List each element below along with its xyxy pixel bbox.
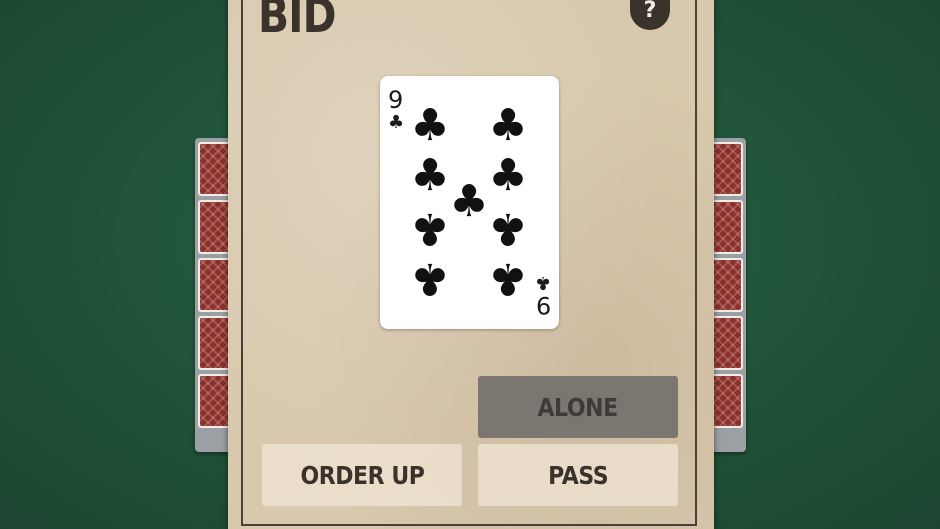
turned-up-card[interactable]: 9 ♣ 9 ♣ ♣ ♣ ♣ ♣ ♣ ♣ ♣ ♣ ♣ — [380, 76, 559, 329]
pass-button-label: PASS — [547, 460, 609, 490]
order-up-button-label: ORDER UP — [299, 460, 424, 490]
bid-title: BID — [258, 0, 336, 44]
pass-button[interactable]: PASS — [478, 444, 678, 506]
card-rank-top: 9 — [388, 86, 404, 114]
club-pip: ♣ — [449, 176, 489, 227]
club-pip: ♣ — [410, 100, 450, 151]
order-up-button[interactable]: ORDER UP — [262, 444, 462, 506]
club-pip: ♣ — [410, 203, 450, 254]
help-icon: ? — [643, 0, 657, 23]
club-icon: ♣ — [388, 112, 405, 133]
club-pip: ♣ — [488, 100, 528, 151]
club-pip: ♣ — [488, 203, 528, 254]
alone-button[interactable]: ALONE — [478, 376, 678, 438]
club-pip: ♣ — [410, 150, 450, 201]
card-rank-bottom: 9 — [535, 291, 551, 319]
club-pip: ♣ — [410, 253, 450, 304]
club-icon: ♣ — [534, 272, 551, 293]
alone-button-label: ALONE — [537, 392, 619, 422]
club-pip: ♣ — [488, 150, 528, 201]
club-pip: ♣ — [488, 253, 528, 304]
